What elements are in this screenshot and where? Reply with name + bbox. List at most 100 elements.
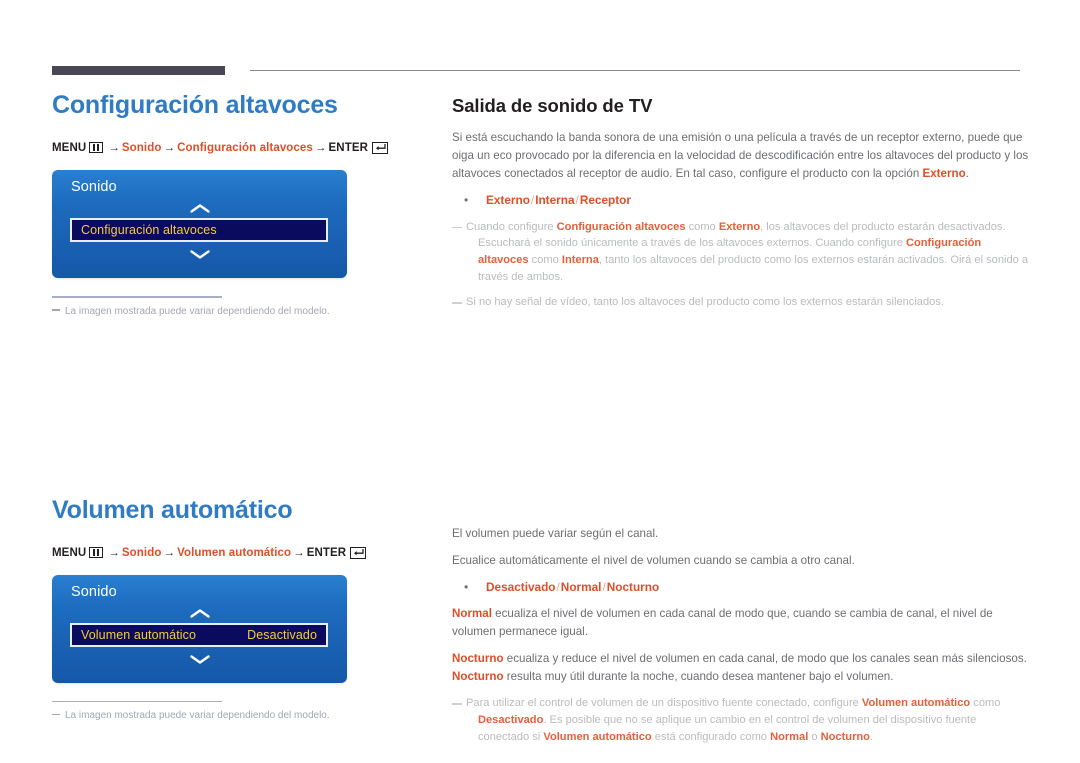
chevron-down-icon[interactable] bbox=[189, 249, 211, 260]
dash-icon bbox=[452, 226, 462, 229]
menu-path-1: MENU → Sonido → Configuración altavoces → ENTE… bbox=[52, 142, 422, 154]
paragraph-text: ecualiza el nivel de volumen en cada can… bbox=[452, 607, 993, 639]
footnote-separator bbox=[52, 700, 222, 702]
enter-label: ENTER bbox=[328, 142, 369, 154]
footnote-separator bbox=[52, 296, 222, 298]
note-text: o bbox=[808, 730, 821, 743]
osd-title: Sonido bbox=[71, 583, 117, 600]
path-arrow: → bbox=[163, 142, 176, 154]
osd-row-selected[interactable]: Volumen automático Desactivado bbox=[70, 622, 328, 647]
footnote-text: La imagen mostrada puede variar dependie… bbox=[65, 710, 330, 721]
paragraph-text-end: resulta muy útil durante la noche, cuand… bbox=[503, 670, 894, 684]
emphasis-volumen-automatico: Volumen automático bbox=[861, 697, 971, 710]
note-text: Para utilizar el control de volumen de u… bbox=[466, 697, 862, 710]
note-text: , los altavoces del producto estarán des… bbox=[760, 220, 1006, 233]
list-item: Desactivado/Normal/Nocturno bbox=[464, 578, 1030, 597]
emphasis-desactivado: Desactivado bbox=[478, 713, 544, 726]
menu-label: MENU bbox=[52, 546, 87, 559]
menu-path-2: MENU → Sonido → Volumen automático → ENTER bbox=[52, 546, 422, 559]
emphasis-externo: Externo bbox=[922, 166, 966, 180]
path-arrow: → bbox=[293, 546, 305, 559]
note-text: Escuchará el sonido únicamente a través … bbox=[478, 237, 906, 250]
menu-grid-icon bbox=[89, 546, 104, 558]
emphasis-volumen-automatico-2: Volumen automático bbox=[543, 730, 652, 743]
emphasis-interna: Interna bbox=[561, 253, 599, 266]
footnote-1: La imagen mostrada puede variar dependie… bbox=[52, 305, 422, 319]
right-column-gap bbox=[452, 320, 1030, 525]
menu-path-step-configuracion[interactable]: Configuración altavoces bbox=[177, 142, 313, 154]
option-desactivado: Desactivado bbox=[486, 579, 556, 594]
options-list-volumen: Desactivado/Normal/Nocturno bbox=[452, 578, 1030, 597]
note-text: . bbox=[869, 730, 874, 743]
page-title: Configuración altavoces bbox=[52, 91, 338, 119]
section-configuracion-altavoces: Configuración altavoces MENU → Sonido → Conf… bbox=[52, 90, 422, 319]
section-volumen-automatico: Volumen automático MENU → Sonido → Volumen a… bbox=[52, 495, 422, 724]
note-text: como bbox=[970, 697, 1001, 710]
note-continuation: Desactivado. Es posible que no se apliqu… bbox=[466, 712, 1030, 745]
osd-panel-sonido-1: Sonido Configuración altavoces bbox=[52, 170, 347, 278]
paragraph-volumen-1: El volumen puede variar según el canal. bbox=[452, 526, 659, 540]
option-normal: Normal bbox=[560, 579, 602, 594]
emphasis-externo: Externo bbox=[718, 220, 761, 233]
footnote-2: La imagen mostrada puede variar dependie… bbox=[52, 709, 422, 723]
emphasis-nocturno: Nocturno bbox=[452, 652, 504, 666]
dash-icon bbox=[52, 309, 60, 311]
emphasis-nocturno: Nocturno bbox=[820, 730, 870, 743]
right-column: Salida de sonido de TV Si está escuchand… bbox=[452, 95, 1030, 754]
column-spacer bbox=[52, 319, 422, 495]
osd-panel-sonido-2: Sonido Volumen automático Desactivado bbox=[52, 574, 347, 683]
note-text: como bbox=[528, 253, 562, 266]
footnote-text: La imagen mostrada puede variar dependie… bbox=[65, 305, 330, 317]
note-salida-1: Cuando configure Configuración altavoces… bbox=[452, 219, 1030, 286]
page-title-2: Volumen automático bbox=[52, 495, 293, 524]
chevron-up-icon[interactable] bbox=[189, 608, 211, 619]
note-text: Si no hay señal de vídeo, tanto los alta… bbox=[466, 296, 944, 309]
dash-icon bbox=[52, 713, 60, 715]
osd-row-selected[interactable]: Configuración altavoces bbox=[70, 218, 328, 242]
paragraph-text: ecualiza y reduce el nivel de volumen en… bbox=[503, 652, 1027, 666]
emphasis-normal: Normal bbox=[770, 730, 809, 743]
osd-row-value: Desactivado bbox=[247, 627, 317, 642]
menu-path-step-sonido[interactable]: Sonido bbox=[122, 142, 162, 154]
subsection-title-salida-sonido: Salida de sonido de TV bbox=[452, 95, 653, 116]
note-text: está configurado como bbox=[651, 730, 771, 743]
paragraph-volumen-2: Ecualice automáticamente el nivel de vol… bbox=[452, 553, 855, 567]
osd-row-label: Configuración altavoces bbox=[81, 223, 217, 237]
note-salida-2: Si no hay señal de vídeo, tanto los alta… bbox=[452, 294, 1030, 311]
menu-path-step-sonido[interactable]: Sonido bbox=[122, 547, 162, 559]
emphasis-normal: Normal bbox=[452, 607, 492, 621]
path-arrow: → bbox=[314, 142, 327, 154]
header-rule-thin bbox=[250, 70, 1020, 71]
menu-grid-icon bbox=[89, 142, 104, 153]
dash-icon bbox=[452, 302, 462, 304]
dash-icon bbox=[452, 703, 462, 705]
option-interna: Interna bbox=[535, 192, 575, 207]
list-item: Externo/Interna/Receptor bbox=[464, 191, 1030, 210]
emphasis-configuracion-altavoces: Configuración altavoces bbox=[556, 220, 686, 233]
menu-path-step-volumen[interactable]: Volumen automático bbox=[177, 547, 291, 559]
osd-title: Sonido bbox=[71, 179, 117, 195]
option-nocturno: Nocturno bbox=[606, 579, 660, 594]
chevron-up-icon[interactable] bbox=[189, 203, 211, 214]
emphasis-nocturno-2: Nocturno bbox=[452, 670, 504, 684]
menu-label: MENU bbox=[52, 142, 87, 154]
options-list-salida: Externo/Interna/Receptor bbox=[452, 191, 1030, 210]
left-column: Configuración altavoces MENU → Sonido → Conf… bbox=[52, 90, 422, 723]
osd-row-label: Volumen automático bbox=[81, 627, 197, 642]
paragraph-text-end: . bbox=[965, 166, 969, 180]
enter-return-icon bbox=[350, 546, 367, 559]
paragraph-salida-intro: Si está escuchando la banda sonora de un… bbox=[452, 129, 1030, 183]
note-volumen-1: Para utilizar el control de volumen de u… bbox=[452, 695, 1030, 745]
header-rule-dark bbox=[52, 66, 225, 75]
paragraph-nocturno: Nocturno ecualiza y reduce el nivel de v… bbox=[452, 650, 1030, 686]
path-arrow: → bbox=[108, 546, 120, 559]
manual-page: Configuración altavoces MENU → Sonido → Conf… bbox=[0, 0, 1080, 763]
note-text: como bbox=[685, 220, 719, 233]
enter-label: ENTER bbox=[306, 546, 347, 559]
note-text: Cuando configure bbox=[466, 220, 557, 233]
path-arrow: → bbox=[108, 142, 120, 154]
enter-return-icon bbox=[372, 142, 389, 154]
note-continuation: Escuchará el sonido únicamente a través … bbox=[466, 235, 1030, 285]
option-receptor: Receptor bbox=[579, 192, 631, 207]
chevron-down-icon[interactable] bbox=[189, 654, 211, 665]
